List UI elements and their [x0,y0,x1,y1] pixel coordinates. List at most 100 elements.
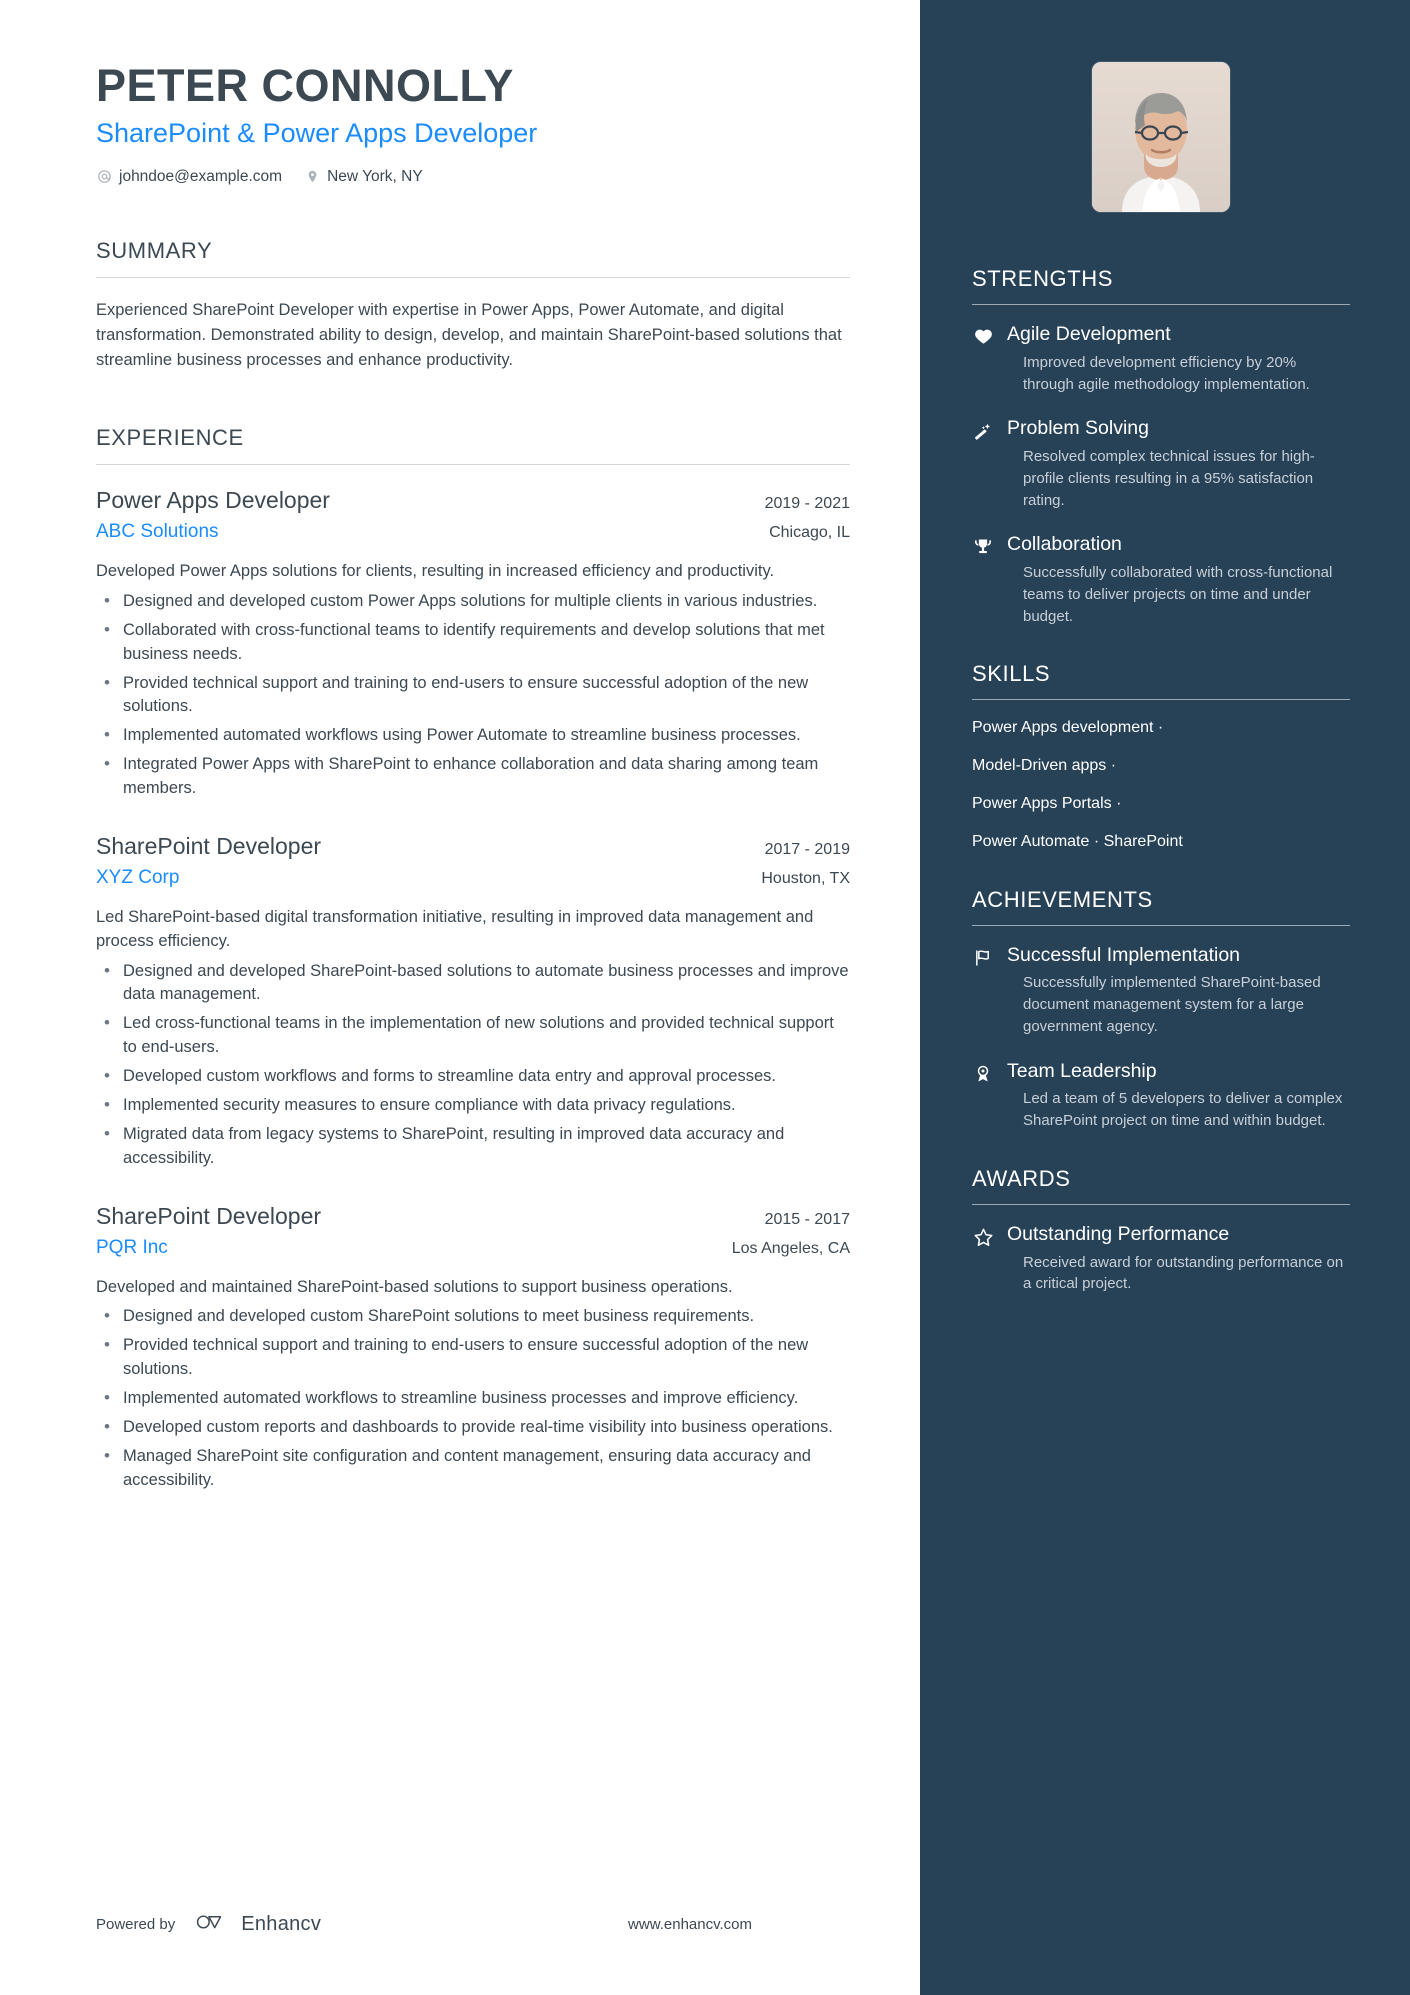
experience-dates: 2015 - 2017 [764,1210,850,1228]
awards-section-title: AWARDS [972,1166,1350,1205]
experience-dates: 2019 - 2021 [764,495,850,513]
experience-entry-subheader: PQR Inc Los Angeles, CA [96,1234,850,1262]
skills-section-title: SKILLS [972,661,1350,701]
award-item-body: Outstanding Performance Received award fo… [1007,1223,1350,1295]
achievement-item-title: Successful Implementation [1007,943,1241,966]
footer-branding: Powered by Enhancv [96,1911,321,1937]
strengths-list: Agile Development Improved development ef… [972,323,1350,627]
experience-description: Developed and maintained SharePoint-base… [96,1277,733,1296]
summary-section-title: SUMMARY [96,238,850,278]
achievements-section-title: ACHIEVEMENTS [972,887,1350,926]
experience-job-title: SharePoint Developer [96,1202,322,1229]
experience-company[interactable]: XYZ Corp [96,864,179,892]
achievement-item-title: Team Leadership [1007,1059,1157,1082]
experience-company[interactable]: PQR Inc [96,1234,168,1262]
strength-item-description: Resolved complex technical issues for hi… [1023,448,1315,509]
achievement-item: Successful Implementation Successfully im… [972,944,1350,1038]
experience-bullet: Integrated Power Apps with SharePoint to… [96,752,850,801]
experience-bullet: Developed custom reports and dashboards … [96,1415,850,1440]
experience-company[interactable]: ABC Solutions [96,518,219,546]
strength-item-body: Collaboration Successfully collaborated w… [1007,533,1350,627]
strength-item: Problem Solving Resolved complex technica… [972,417,1350,511]
strength-item: Collaboration Successfully collaborated w… [972,533,1350,627]
resume-page: PETER CONNOLLY SharePoint & Power Apps D… [0,0,1410,1995]
achievement-item: Team Leadership Led a team of 5 developer… [972,1060,1350,1132]
experience-bullet: Designed and developed custom SharePoint… [96,1304,850,1329]
experience-bullet: Designed and developed SharePoint-based … [96,959,850,1008]
enhancv-brand-name: Enhancv [241,1912,322,1935]
heart-icon [972,323,994,395]
skill-line: Power Apps development · [972,719,1164,737]
experience-bullet: Provided technical support and training … [96,1333,850,1382]
experience-description: Led SharePoint-based digital transformat… [96,907,814,950]
at-sign-icon [96,169,112,185]
achievement-item-description: Successfully implemented SharePoint-base… [1023,974,1321,1035]
experience-entry: Power Apps Developer 2019 - 2021 ABC Solut… [96,485,850,801]
experience-bullet: Migrated data from legacy systems to Sha… [96,1122,850,1171]
experience-bullet-list: Designed and developed SharePoint-based … [96,959,850,1171]
contact-location-text: New York, NY [327,167,423,185]
professional-headline: SharePoint & Power Apps Developer [96,117,538,148]
experience-entry: SharePoint Developer 2017 - 2019 XYZ Corp H… [96,831,850,1171]
photo-container [972,62,1350,212]
magic-wand-icon [972,417,994,511]
experience-bullet: Managed SharePoint site configuration an… [96,1444,850,1493]
strengths-section-title: STRENGTHS [972,266,1350,305]
achievements-section: ACHIEVEMENTS Successful Implementation Su… [972,887,1350,1132]
experience-job-title: SharePoint Developer [96,833,322,860]
experience-section-title: EXPERIENCE [96,425,850,466]
trophy-icon [972,533,994,627]
experience-entry-subheader: XYZ Corp Houston, TX [96,864,850,892]
experience-location: Houston, TX [761,870,850,888]
experience-bullet: Collaborated with cross-functional teams… [96,618,850,667]
page-footer: Powered by Enhancv www.enhancv.com [96,1911,880,1937]
experience-bullet: Developed custom workflows and forms to … [96,1064,850,1089]
experience-entry: SharePoint Developer 2015 - 2017 PQR Inc Lo… [96,1201,850,1493]
achievement-item-body: Successful Implementation Successfully im… [1007,944,1350,1038]
experience-list: Power Apps Developer 2019 - 2021 ABC Solut… [96,485,850,1493]
experience-bullet: Implemented automated workflows using Po… [96,723,850,748]
experience-location: Los Angeles, CA [731,1239,850,1257]
experience-dates: 2017 - 2019 [764,841,850,859]
achievement-item-body: Team Leadership Led a team of 5 developer… [1007,1060,1350,1132]
experience-bullet: Implemented security measures to ensure … [96,1093,850,1118]
awards-list: Outstanding Performance Received award fo… [972,1223,1350,1295]
experience-entry-header: Power Apps Developer 2019 - 2021 [96,485,850,516]
contact-email[interactable]: johndoe@example.com [96,168,282,186]
skill-line: Power Apps Portals · [972,794,1122,812]
strengths-section: STRENGTHS Agile Development Improved deve… [972,266,1350,627]
award-item-description: Received award for outstanding performan… [1023,1253,1344,1293]
experience-location: Chicago, IL [769,524,850,542]
experience-bullet: Provided technical support and training … [96,671,850,720]
achievement-item-description: Led a team of 5 developers to deliver a … [1023,1090,1343,1130]
header-block: PETER CONNOLLY SharePoint & Power Apps D… [96,60,850,186]
experience-bullet-list: Designed and developed custom SharePoint… [96,1304,850,1493]
award-item: Outstanding Performance Received award fo… [972,1223,1350,1295]
resume-sidebar: STRENGTHS Agile Development Improved deve… [920,0,1410,1995]
strength-item-description: Successfully collaborated with cross-fun… [1023,564,1333,625]
enhancv-brand: Enhancv [192,1911,321,1937]
experience-bullet: Led cross-functional teams in the implem… [96,1011,850,1060]
skills-list: Power Apps development · Model-Driven app… [972,718,1350,852]
strength-item-description: Improved development efficiency by 20% t… [1023,353,1310,393]
strength-item-title: Collaboration [1007,533,1122,556]
contact-row: johndoe@example.com New York, NY [96,168,850,186]
skill-line: Model-Driven apps · [972,757,1117,775]
experience-entry-header: SharePoint Developer 2017 - 2019 [96,831,850,862]
award-medal-icon [972,1060,994,1132]
awards-section: AWARDS Outstanding Performance Received a… [972,1166,1350,1295]
experience-bullet-list: Designed and developed custom Power Apps… [96,589,850,801]
resume-main-column: PETER CONNOLLY SharePoint & Power Apps D… [0,0,920,1995]
flag-icon [972,944,994,1038]
enhancv-logo-icon [192,1911,232,1937]
profile-photo-illustration [1092,62,1230,212]
page-title: PETER CONNOLLY [96,60,514,111]
avatar [1092,62,1230,212]
contact-email-text: johndoe@example.com [119,167,283,185]
strength-item-title: Problem Solving [1007,417,1149,440]
footer-url[interactable]: www.enhancv.com [628,1916,752,1933]
strength-item: Agile Development Improved development ef… [972,323,1350,395]
summary-section: SUMMARY Experienced SharePoint Developer… [96,238,850,373]
achievements-list: Successful Implementation Successfully im… [972,944,1350,1132]
contact-location: New York, NY [304,168,423,186]
